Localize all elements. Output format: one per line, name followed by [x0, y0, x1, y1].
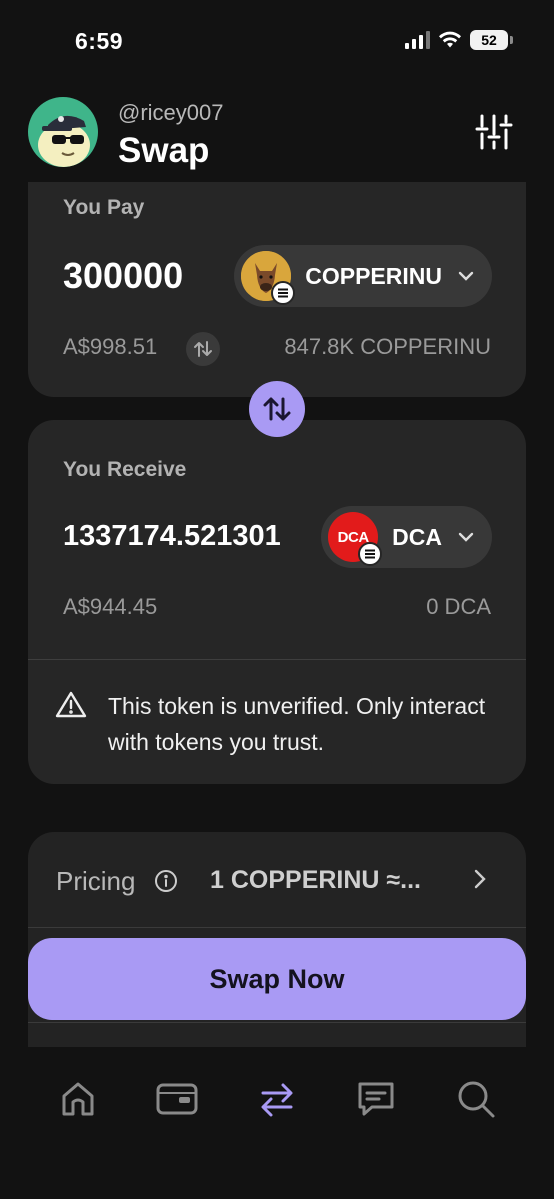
warning-icon [55, 691, 87, 718]
swap-arrows-icon [263, 397, 291, 421]
chevron-down-icon [458, 271, 474, 281]
bottom-nav [0, 1047, 554, 1199]
chat-icon [358, 1082, 394, 1116]
unverified-token-warning: This token is unverified. Only interact … [108, 693, 486, 755]
pay-amount-input[interactable]: 300000 [63, 255, 183, 297]
solana-badge-icon [271, 281, 296, 305]
pricing-label: Pricing [56, 866, 136, 896]
settings-sliders-icon[interactable] [474, 112, 514, 152]
page-title: Swap [118, 131, 210, 170]
divider [28, 927, 526, 928]
chevron-right-icon [474, 869, 486, 889]
pay-token-balance: 847.8K COPPERINU [284, 334, 491, 359]
currency-toggle-button[interactable] [186, 332, 220, 366]
status-time: 6:59 [75, 28, 124, 54]
info-icon[interactable] [154, 869, 178, 893]
pay-token-selector[interactable]: COPPERINU [234, 245, 492, 307]
nav-home[interactable] [56, 1077, 100, 1121]
receive-token-symbol: DCA [392, 523, 442, 550]
search-icon [458, 1081, 495, 1118]
swap-now-button[interactable]: Swap Now [28, 938, 526, 1020]
swap-icon [261, 1083, 293, 1117]
status-indicators: 52 [405, 30, 513, 50]
wallet-icon [156, 1083, 198, 1115]
pricing-rate: 1 COPPERINU ≈... [210, 866, 421, 894]
nav-swap[interactable] [255, 1077, 299, 1121]
dca-token-icon: DCA [328, 512, 383, 566]
signal-icon [405, 31, 430, 49]
receive-label: You Receive [63, 458, 187, 481]
swap-direction-button[interactable] [249, 381, 305, 437]
pay-card: You Pay 300000 COPPERINU A$998.51 847.8K… [28, 182, 526, 397]
receive-token-selector[interactable]: DCA DCA [321, 506, 492, 568]
receive-card: You Receive 1337174.521301 DCA DCA A$944… [28, 420, 526, 784]
nav-messages[interactable] [354, 1077, 398, 1121]
pay-label: You Pay [63, 196, 145, 219]
username: @ricey007 [118, 100, 224, 125]
battery-icon: 52 [470, 30, 513, 50]
copperinu-token-icon [241, 251, 296, 305]
swap-arrows-icon [194, 341, 212, 357]
divider [28, 1022, 526, 1023]
nav-search[interactable] [454, 1077, 498, 1121]
receive-amount: 1337174.521301 [63, 520, 281, 552]
pay-fiat-value: A$998.51 [63, 334, 158, 359]
solana-badge-icon [358, 542, 383, 566]
wifi-icon [439, 31, 461, 48]
home-icon [62, 1082, 94, 1116]
chevron-down-icon [458, 532, 474, 542]
avatar[interactable] [28, 97, 98, 167]
nav-wallet[interactable] [155, 1077, 199, 1121]
pay-token-symbol: COPPERINU [305, 262, 442, 289]
receive-token-balance: 0 DCA [426, 594, 491, 619]
receive-fiat-value: A$944.45 [63, 594, 158, 619]
divider [28, 659, 526, 660]
